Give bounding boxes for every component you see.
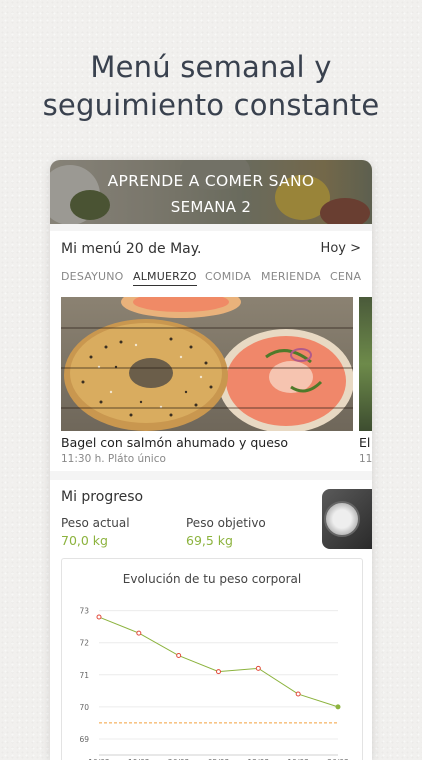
data-point [216,669,221,675]
y-tick-label: 72 [79,639,89,648]
next-food-meta: 11 [359,453,372,465]
target-weight-value: 69,5 kg [186,533,233,548]
next-food-image[interactable] [359,297,372,431]
data-point [176,653,182,659]
y-tick-label: 71 [79,671,89,680]
scale-dial [324,501,360,537]
menu-title: Mi menú 20 de May. [61,241,202,257]
banner-title: APRENDE A COMER SANO [107,172,315,190]
tab-merienda[interactable]: MERIENDA [261,270,321,285]
data-point [335,704,341,710]
y-tick-label: 70 [79,703,89,712]
target-weight-label: Peso objetivo [186,516,266,530]
food-name[interactable]: Bagel con salmón ahumado y queso [61,435,288,450]
headline-line-1: Menú semanal y [90,50,332,84]
program-banner[interactable]: APRENDE A COMER SANO SEMANA 2 [50,160,372,224]
data-point [136,630,142,636]
weight-chart: Evolución de tu peso corporal 69 70 71 72 73… [61,558,363,760]
current-weight-label: Peso actual [61,516,130,530]
progress-card: Mi progreso Peso actual 70,0 kg Peso obj… [50,480,372,760]
food-image[interactable] [61,297,353,431]
current-weight-value: 70,0 kg [61,533,108,548]
phone-screen: APRENDE A COMER SANO SEMANA 2 Mi menú 20… [50,160,372,760]
tab-almuerzo[interactable]: ALMUERZO [133,270,197,286]
table-plank [61,367,353,369]
weight-chart-plot: 697071727310/0219/0226/0205/0312/0319/03… [79,607,349,760]
bagel-illustration [64,297,353,431]
food-meta: 11:30 h. Pláto único [61,453,166,465]
progress-title: Mi progreso [61,489,144,505]
tab-cena[interactable]: CENA [330,270,361,285]
banner-subtitle: SEMANA 2 [170,198,252,216]
chart-title: Evolución de tu peso corporal [122,572,302,586]
scale-icon[interactable] [322,489,372,549]
table-plank [61,407,353,409]
y-tick-label: 73 [79,607,89,616]
series-line [98,616,339,708]
headline: Menú semanal y seguimiento constante [0,48,422,124]
data-point [255,665,261,671]
headline-line-2: seguimiento constante [42,88,380,122]
y-tick-label: 69 [79,735,89,744]
next-food-name[interactable]: El [359,435,370,450]
tab-desayuno[interactable]: DESAYUNO [61,270,124,285]
data-point [295,691,301,697]
today-link[interactable]: Hoy > [321,241,361,256]
data-point [96,614,102,620]
menu-card: Mi menú 20 de May. Hoy > DESAYUNO ALMUER… [50,231,372,471]
table-plank [61,327,353,329]
tab-comida[interactable]: COMIDA [205,270,251,285]
meal-tabs: DESAYUNO ALMUERZO COMIDA MERIENDA CENA [61,270,372,290]
